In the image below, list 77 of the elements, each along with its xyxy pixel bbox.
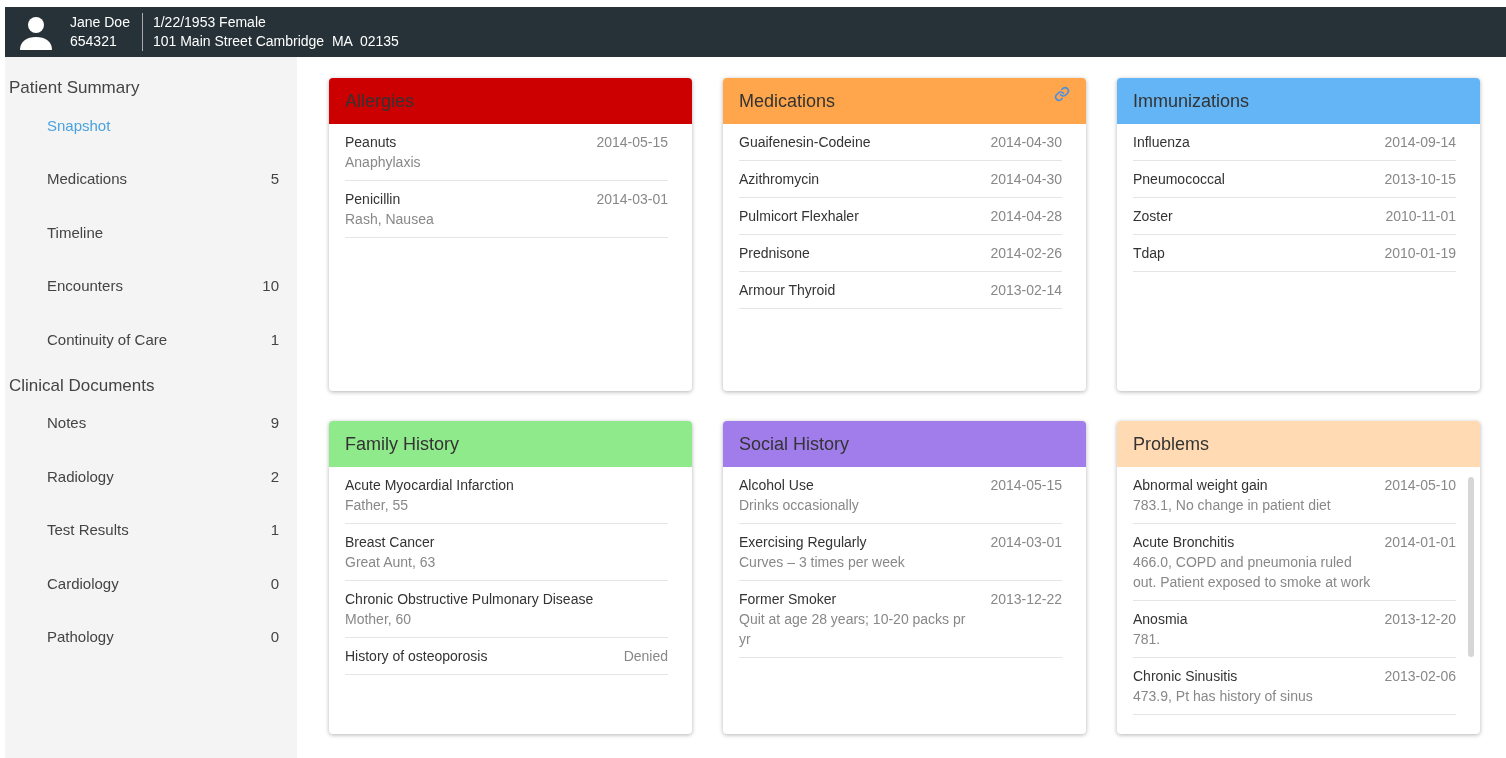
link-icon[interactable]	[1054, 86, 1070, 102]
item-date: 2014-04-30	[990, 170, 1062, 189]
item-detail: 781.	[1133, 630, 1162, 649]
sidebar-item[interactable]: Notes 9	[9, 396, 279, 450]
item-name: Guaifenesin-Codeine	[739, 133, 871, 152]
item-date: 2014-05-15	[990, 476, 1062, 495]
card-title: Immunizations	[1133, 89, 1250, 113]
card-title: Social History	[739, 432, 850, 456]
item-detail: Great Aunt, 63	[345, 553, 436, 572]
sidebar-section-title: Clinical Documents	[9, 374, 156, 397]
item-name: Prednisone	[739, 244, 810, 263]
item-name: History of osteoporosis	[345, 647, 488, 666]
item-name: Peanuts	[345, 133, 398, 152]
item-name: Zoster	[1133, 207, 1173, 226]
item-date: 2014-09-14	[1384, 133, 1456, 152]
item-date: 2013-02-06	[1384, 667, 1456, 686]
item-name: Alcohol Use	[739, 476, 815, 495]
item-name: Chronic Obstructive Pulmonary Disease	[345, 590, 594, 609]
item-name: Pulmicort Flexhaler	[739, 207, 859, 226]
item-date: 2013-12-22	[990, 590, 1062, 609]
item-detail: 473.9, Pt has history of sinus	[1133, 687, 1313, 706]
item-name: Exercising Regularly	[739, 533, 868, 552]
item-detail: 783.1, No change in patient diet	[1133, 496, 1331, 515]
item-name: Tdap	[1133, 244, 1165, 263]
item-date: 2014-03-01	[990, 533, 1062, 552]
sidebar-item[interactable]: Radiology 2	[9, 450, 279, 504]
patient-address: 101 Main Street Cambridge MA 02135	[152, 32, 399, 51]
item-date: 2014-01-01	[1384, 533, 1456, 552]
item-date: 2013-02-14	[990, 281, 1062, 300]
item-name: Influenza	[1133, 133, 1190, 152]
item-detail: Drinks occasionally	[739, 496, 859, 515]
item-detail: 466.0, COPD and pneumonia ruled out. Patient exposed to smoke at work	[1133, 553, 1372, 592]
patient-birthdate-gender: 1/22/1953 Female	[152, 13, 267, 32]
item-name: Chronic Sinusitis	[1133, 667, 1239, 686]
item-date: 2014-04-28	[990, 207, 1062, 226]
item-date: 2014-02-26	[990, 244, 1062, 263]
user-silhouette-icon	[18, 14, 54, 50]
item-detail: Quit at age 28 years; 10-20 packs pr yr	[739, 610, 967, 649]
item-detail: Mother, 60	[345, 610, 413, 629]
item-date: 2013-10-15	[1384, 170, 1456, 189]
item-detail: Curves – 3 times per week	[739, 553, 905, 572]
item-name: Penicillin	[345, 190, 402, 209]
sidebar-item[interactable]: Pathology 0	[9, 610, 279, 664]
item-name: Abnormal weight gain	[1133, 476, 1269, 495]
item-detail: Rash, Nausea	[345, 210, 434, 229]
patient-id: 654321	[70, 32, 118, 51]
sidebar-item[interactable]: Timeline	[9, 206, 279, 260]
sidebar-item[interactable]: Test Results 1	[9, 503, 279, 557]
item-name: Former Smoker	[739, 590, 838, 609]
card-title: Family History	[345, 432, 459, 456]
item-date: 2010-11-01	[1385, 207, 1456, 226]
sidebar-item[interactable]: Medications 5	[9, 152, 279, 206]
item-date: 2014-04-30	[990, 133, 1062, 152]
item-date: 2013-12-20	[1384, 610, 1456, 629]
item-date: Denied	[623, 647, 668, 666]
patient-name: Jane Doe	[70, 13, 130, 32]
item-name: Armour Thyroid	[739, 281, 836, 300]
sidebar-item[interactable]: Continuity of Care 1	[9, 313, 279, 367]
item-name: Acute Myocardial Infarction	[345, 476, 514, 495]
card-title: Medications	[739, 89, 836, 113]
item-detail: Father, 55	[345, 496, 410, 515]
item-date: 2014-05-15	[596, 133, 668, 152]
item-name: Anosmia	[1133, 610, 1188, 629]
sidebar-item[interactable]: Encounters 10	[9, 259, 279, 313]
sidebar-section-title: Patient Summary	[9, 77, 141, 99]
item-name: Pneumococcal	[1133, 170, 1225, 189]
item-name: Azithromycin	[739, 170, 820, 189]
sidebar-item[interactable]: Cardiology 0	[9, 557, 279, 611]
item-date: 2014-05-10	[1384, 476, 1456, 495]
item-detail: Anaphylaxis	[345, 153, 421, 172]
item-date: 2014-03-01	[596, 190, 668, 209]
card-title: Allergies	[345, 89, 415, 113]
card-title: Problems	[1133, 432, 1210, 456]
scrollbar[interactable]	[1468, 477, 1474, 657]
item-name: Acute Bronchitis	[1133, 533, 1236, 552]
item-date: 2010-01-19	[1384, 244, 1456, 263]
item-name: Breast Cancer	[345, 533, 436, 552]
